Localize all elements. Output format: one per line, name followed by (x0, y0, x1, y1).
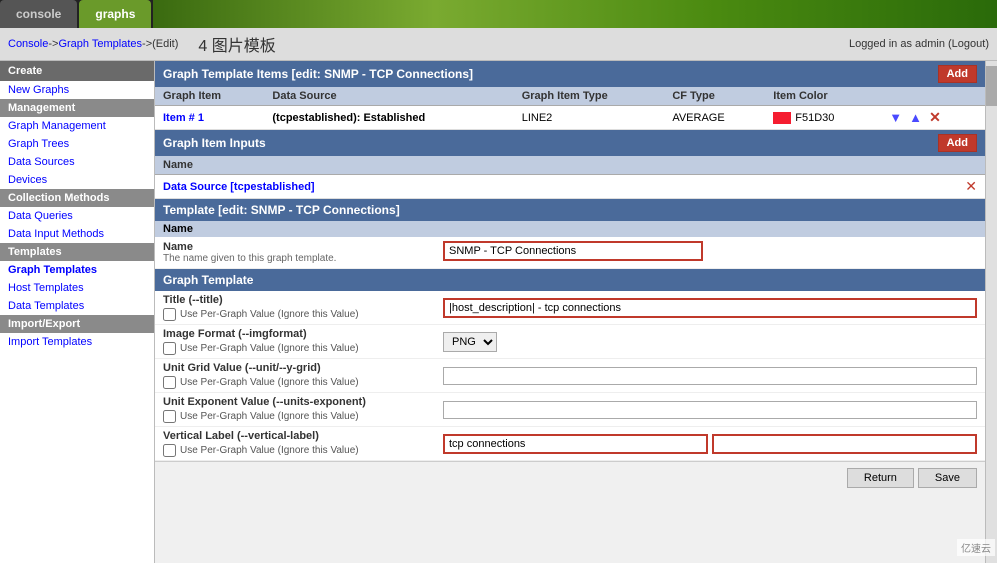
scrollbar[interactable] (985, 61, 997, 563)
gt-vertical-label-checkbox-label: Use Per-Graph Value (Ignore this Value) (180, 445, 359, 456)
graph-template-section-header: Graph Template (155, 269, 985, 291)
gt-image-format-select[interactable]: PNG GIF SVG (443, 332, 497, 352)
breadcrumb-console[interactable]: Console (8, 38, 48, 50)
gt-unit-grid-label: Unit Grid Value (--unit/--y-grid) (163, 362, 321, 374)
input-row-delete[interactable]: ✕ (867, 175, 985, 199)
console-tab[interactable]: console (0, 0, 77, 28)
graphs-tab[interactable]: graphs (79, 0, 151, 28)
gt-unit-grid-checkbox[interactable] (163, 376, 176, 389)
save-button[interactable]: Save (918, 468, 977, 488)
color-swatch (773, 112, 791, 124)
row-graph-item-type: LINE2 (514, 106, 665, 130)
col-graph-item-type: Graph Item Type (514, 87, 665, 106)
gt-image-format-row: Image Format (--imgformat) Use Per-Graph… (155, 325, 985, 359)
graph-template-items-add-button[interactable]: Add (938, 65, 977, 83)
breadcrumb-graph-templates[interactable]: Graph Templates (58, 38, 142, 50)
sidebar-item-host-templates[interactable]: Host Templates (0, 279, 154, 297)
page-title-cn: 4 图片模板 (198, 32, 275, 56)
gt-title-checkbox[interactable] (163, 308, 176, 321)
sidebar-management-header: Management (0, 99, 154, 117)
table-row: Data Source [tcpestablished] ✕ (155, 175, 985, 199)
sidebar-create-header: Create (0, 61, 154, 81)
template-name-label: Name (163, 241, 443, 253)
sidebar-import-export-header: Import/Export (0, 315, 154, 333)
gt-image-format-checkbox[interactable] (163, 342, 176, 355)
template-name-input[interactable] (443, 241, 703, 261)
login-info: Logged in as admin (Logout) (849, 38, 989, 50)
watermark: 亿速云 (957, 539, 995, 556)
bottom-bar: Return Save (155, 461, 985, 494)
row-cf-type: AVERAGE (664, 106, 765, 130)
sidebar-item-data-sources[interactable]: Data Sources (0, 153, 154, 171)
move-down-icon[interactable]: ▼ (889, 110, 902, 125)
row-data-source: (tcpestablished): Established (264, 106, 513, 130)
table-row: Item # 1 (tcpestablished): Established L… (155, 106, 985, 130)
gt-image-format-checkbox-label: Use Per-Graph Value (Ignore this Value) (180, 343, 359, 354)
color-value: F51D30 (795, 112, 834, 124)
sidebar-item-new-graphs[interactable]: New Graphs (0, 81, 154, 99)
gt-title-row: Title (--title) Use Per-Graph Value (Ign… (155, 291, 985, 325)
delete-row-icon[interactable]: ✕ (929, 109, 941, 125)
graph-item-inputs-header: Graph Item Inputs Add (155, 130, 985, 156)
col-graph-item: Graph Item (155, 87, 264, 106)
col-cf-type: CF Type (664, 87, 765, 106)
gt-unit-exponent-label: Unit Exponent Value (--units-exponent) (163, 396, 366, 408)
template-name-desc: The name given to this graph template. (163, 253, 443, 264)
gt-vertical-label-input[interactable] (443, 434, 708, 454)
gt-unit-exponent-row: Unit Exponent Value (--units-exponent) U… (155, 393, 985, 427)
move-up-icon[interactable]: ▲ (909, 110, 922, 125)
input-row-name[interactable]: Data Source [tcpestablished] (155, 175, 867, 199)
col-item-color: Item Color (765, 87, 879, 106)
sidebar-item-graph-trees[interactable]: Graph Trees (0, 135, 154, 153)
scrollbar-thumb[interactable] (986, 66, 997, 106)
gt-title-input[interactable] (443, 298, 977, 318)
col-actions2 (867, 156, 985, 175)
gt-unit-grid-row: Unit Grid Value (--unit/--y-grid) Use Pe… (155, 359, 985, 393)
gt-vertical-label-extra-input[interactable] (712, 434, 977, 454)
gt-vertical-label-label: Vertical Label (--vertical-label) (163, 430, 319, 442)
sidebar-templates-header: Templates (0, 243, 154, 261)
template-section-header: Template [edit: SNMP - TCP Connections] (155, 199, 985, 221)
breadcrumb-sep1: -> (48, 38, 58, 50)
gt-unit-grid-input[interactable] (443, 367, 977, 385)
row-item-color: F51D30 (765, 106, 879, 130)
return-button[interactable]: Return (847, 468, 914, 488)
graph-item-inputs-add-button[interactable]: Add (938, 134, 977, 152)
template-name-col-header: Name (155, 221, 985, 237)
gt-title-label: Title (--title) (163, 294, 223, 306)
graph-template-items-header: Graph Template Items [edit: SNMP - TCP C… (155, 61, 985, 87)
gt-image-format-label: Image Format (--imgformat) (163, 328, 307, 340)
sidebar-item-graph-management[interactable]: Graph Management (0, 117, 154, 135)
gt-unit-exponent-checkbox[interactable] (163, 410, 176, 423)
breadcrumb-sep2: -> (142, 38, 152, 50)
gt-vertical-label-row: Vertical Label (--vertical-label) Use Pe… (155, 427, 985, 461)
col-data-source: Data Source (264, 87, 513, 106)
delete-input-icon[interactable]: ✕ (965, 178, 977, 194)
sidebar-item-import-templates[interactable]: Import Templates (0, 333, 154, 351)
col-actions (879, 87, 985, 106)
template-name-row: Name The name given to this graph templa… (155, 237, 985, 269)
row-graph-item[interactable]: Item # 1 (155, 106, 264, 130)
sidebar-collection-methods-header: Collection Methods (0, 189, 154, 207)
gt-unit-exponent-checkbox-label: Use Per-Graph Value (Ignore this Value) (180, 411, 359, 422)
sidebar-item-graph-templates[interactable]: Graph Templates (0, 261, 154, 279)
gt-unit-grid-checkbox-label: Use Per-Graph Value (Ignore this Value) (180, 377, 359, 388)
sidebar-item-devices[interactable]: Devices (0, 171, 154, 189)
gt-title-checkbox-label: Use Per-Graph Value (Ignore this Value) (180, 309, 359, 320)
col-name: Name (155, 156, 867, 175)
sidebar-item-data-queries[interactable]: Data Queries (0, 207, 154, 225)
gt-unit-exponent-input[interactable] (443, 401, 977, 419)
row-actions: ▼ ▲ ✕ (879, 106, 985, 130)
breadcrumb-edit: (Edit) (152, 38, 178, 50)
gt-vertical-label-checkbox[interactable] (163, 444, 176, 457)
sidebar-item-data-templates[interactable]: Data Templates (0, 297, 154, 315)
sidebar-item-data-input-methods[interactable]: Data Input Methods (0, 225, 154, 243)
